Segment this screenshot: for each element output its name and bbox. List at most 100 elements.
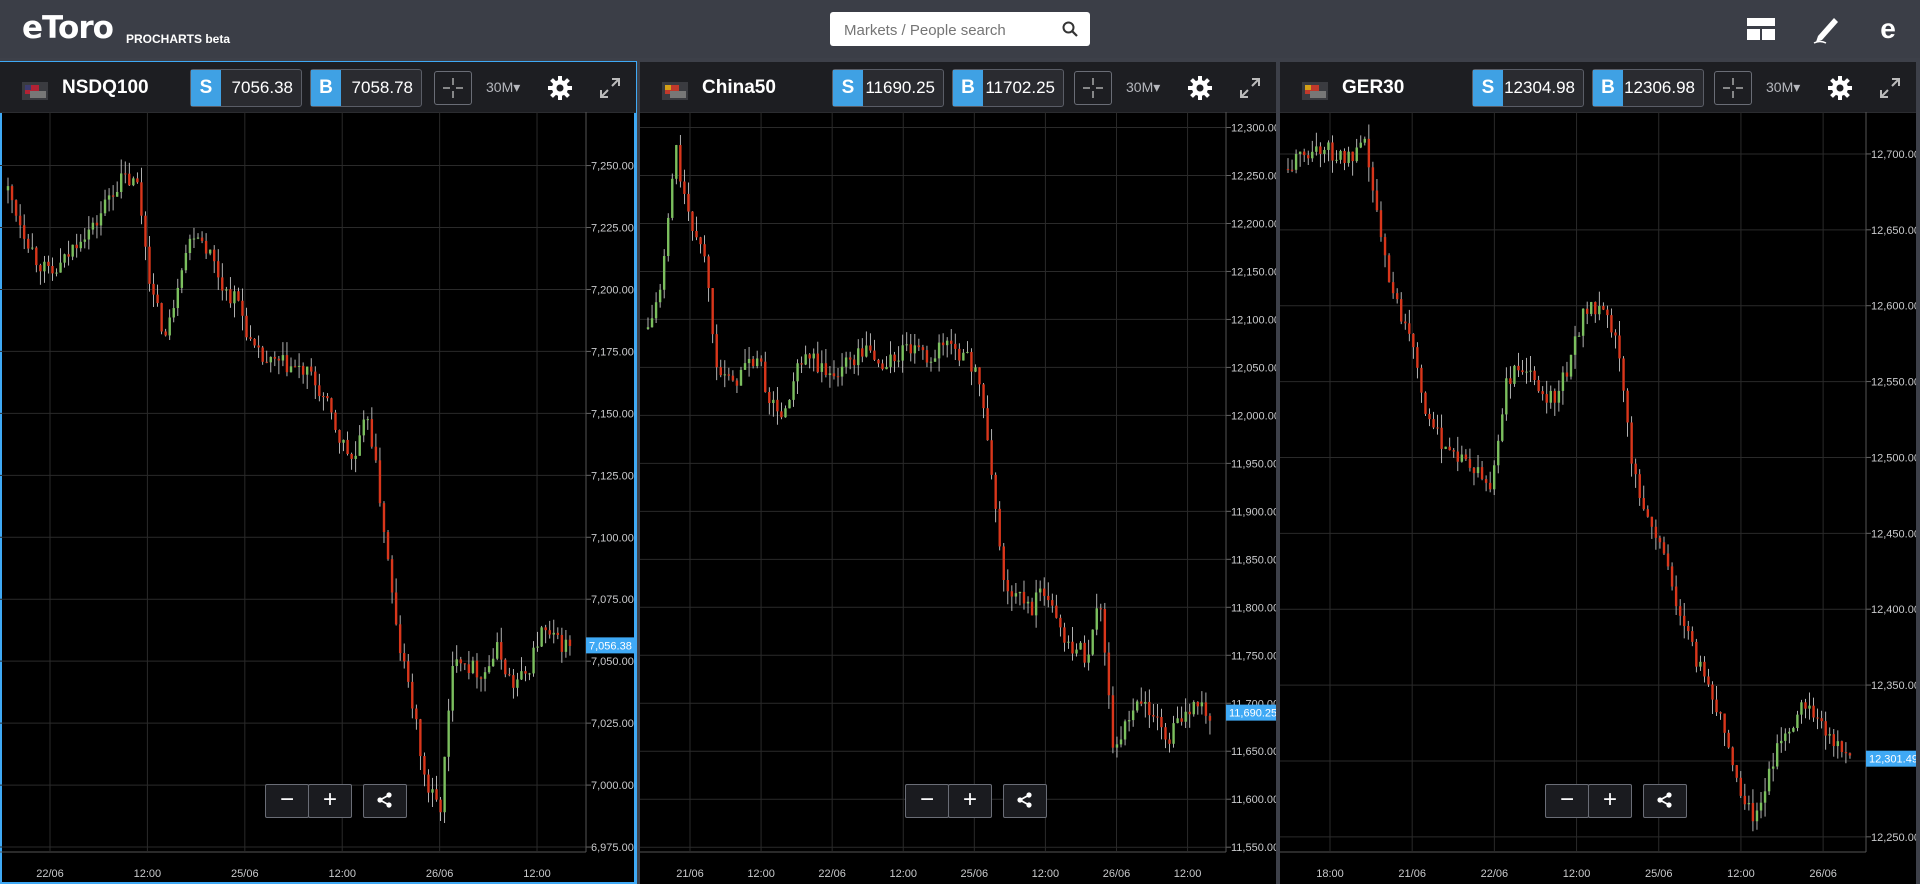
candle <box>1683 602 1686 639</box>
buy-price-button[interactable]: B 7058.78 <box>310 69 422 107</box>
candle <box>443 756 446 824</box>
crosshair-button[interactable] <box>434 71 472 105</box>
candle <box>1440 414 1443 464</box>
etoro-e-icon[interactable]: e <box>1872 14 1904 44</box>
share-button[interactable] <box>1003 784 1047 818</box>
crosshair-icon <box>1723 78 1743 98</box>
search-input[interactable] <box>842 12 1056 48</box>
share-button[interactable] <box>363 784 407 818</box>
candle <box>828 365 832 388</box>
y-tick-label: 12,000.00 <box>1231 410 1276 422</box>
candle <box>1456 436 1459 472</box>
candle <box>865 331 868 358</box>
candle <box>354 441 357 473</box>
expand-icon[interactable] <box>598 76 622 100</box>
chart-panel-nsdq100[interactable]: NSDQ100 S 7056.38 B 7058.78 30M▾ 7,250.0… <box>0 61 637 884</box>
candle <box>128 162 131 186</box>
candle <box>1164 722 1167 749</box>
instrument-name[interactable]: GER30 <box>1342 77 1404 99</box>
candle <box>1404 313 1407 330</box>
candle <box>723 360 727 388</box>
candle <box>1298 151 1302 167</box>
gear-icon[interactable] <box>547 75 573 101</box>
chart-panel-ger30[interactable]: GER30 S 12304.98 B 12306.98 30M▾ 12,700.… <box>1280 62 1916 884</box>
y-tick-label: 12,200.00 <box>1231 218 1276 230</box>
zoom-out-button[interactable]: − <box>1545 784 1589 818</box>
candle <box>1622 356 1625 403</box>
candle <box>1699 655 1702 671</box>
sell-price-button[interactable]: S 12304.98 <box>1472 69 1584 107</box>
timeframe-select[interactable]: 30M▾ <box>486 79 520 96</box>
candle <box>14 199 18 222</box>
gear-icon[interactable] <box>1187 75 1213 101</box>
candle <box>703 235 706 263</box>
gear-icon[interactable] <box>1827 75 1853 101</box>
instrument-name[interactable]: NSDQ100 <box>62 77 149 99</box>
candle <box>1723 713 1726 747</box>
candle <box>792 372 795 407</box>
candle <box>1331 135 1334 173</box>
timeframe-select[interactable]: 30M▾ <box>1766 79 1800 96</box>
candle <box>1484 475 1488 492</box>
draw-pencil-icon[interactable] <box>1810 14 1842 44</box>
candle <box>1144 691 1147 718</box>
candle <box>1204 692 1208 724</box>
candle <box>1099 603 1102 622</box>
candle <box>1420 364 1423 403</box>
candle <box>683 169 686 205</box>
y-tick-label: 12,250.00 <box>1231 170 1276 182</box>
share-button[interactable] <box>1643 784 1687 818</box>
candle <box>1131 698 1135 727</box>
price-chart[interactable]: 7,250.00 7,225.00 7,200.00 7,175.00 7,150.00… <box>0 112 636 884</box>
candle <box>1687 620 1690 640</box>
instrument-name[interactable]: China50 <box>702 77 776 99</box>
layout-icon[interactable] <box>1745 14 1777 44</box>
search-icon[interactable] <box>1062 21 1078 37</box>
zoom-out-button[interactable]: − <box>265 784 309 818</box>
candle <box>75 233 78 258</box>
candle <box>390 555 394 604</box>
candle <box>31 233 34 250</box>
candle <box>1087 639 1090 671</box>
sell-price-button[interactable]: S 7056.38 <box>190 69 302 107</box>
candle <box>1727 729 1730 749</box>
candle <box>1715 685 1718 717</box>
zoom-in-button[interactable]: + <box>948 784 992 818</box>
market-search[interactable] <box>830 12 1090 48</box>
candle <box>1505 367 1508 421</box>
price-chart[interactable]: 12,300.00 12,250.00 12,200.00 12,150.00 12,1… <box>640 112 1276 884</box>
candle <box>1192 700 1195 717</box>
candle <box>1347 146 1350 167</box>
candle <box>87 216 91 250</box>
x-tick-label: 12:00 <box>747 868 775 880</box>
candle <box>508 667 511 677</box>
expand-icon[interactable] <box>1238 76 1262 100</box>
candle <box>212 245 216 274</box>
etoro-logo[interactable]: eToro <box>22 10 114 46</box>
sell-price-button[interactable]: S 11690.25 <box>832 69 944 107</box>
zoom-in-button[interactable]: + <box>308 784 352 818</box>
buy-price-button[interactable]: B 12306.98 <box>1592 69 1704 107</box>
price-chart[interactable]: 12,700.00 12,650.00 12,600.00 12,550.00 12,5… <box>1280 112 1916 884</box>
chart-panel-china50[interactable]: China50 S 11690.25 B 11702.25 30M▾ 12,30… <box>640 62 1276 884</box>
crosshair-button[interactable] <box>1074 71 1112 105</box>
candle <box>941 333 945 356</box>
expand-icon[interactable] <box>1878 76 1902 100</box>
candle <box>1678 599 1682 626</box>
minus-icon: − <box>279 786 294 813</box>
buy-price-button[interactable]: B 11702.25 <box>952 69 1064 107</box>
candle <box>374 433 378 463</box>
timeframe-select[interactable]: 30M▾ <box>1126 79 1160 96</box>
candle <box>1371 161 1375 203</box>
candle <box>208 249 212 256</box>
candle <box>1618 321 1621 372</box>
candle <box>528 672 531 681</box>
timeframe-value: 30M <box>1766 79 1794 95</box>
candle <box>1832 729 1835 757</box>
crosshair-button[interactable] <box>1714 71 1752 105</box>
zoom-out-button[interactable]: − <box>905 784 949 818</box>
zoom-in-button[interactable]: + <box>1588 784 1632 818</box>
candle <box>1529 356 1532 383</box>
candle <box>176 278 179 316</box>
candle <box>297 353 301 379</box>
